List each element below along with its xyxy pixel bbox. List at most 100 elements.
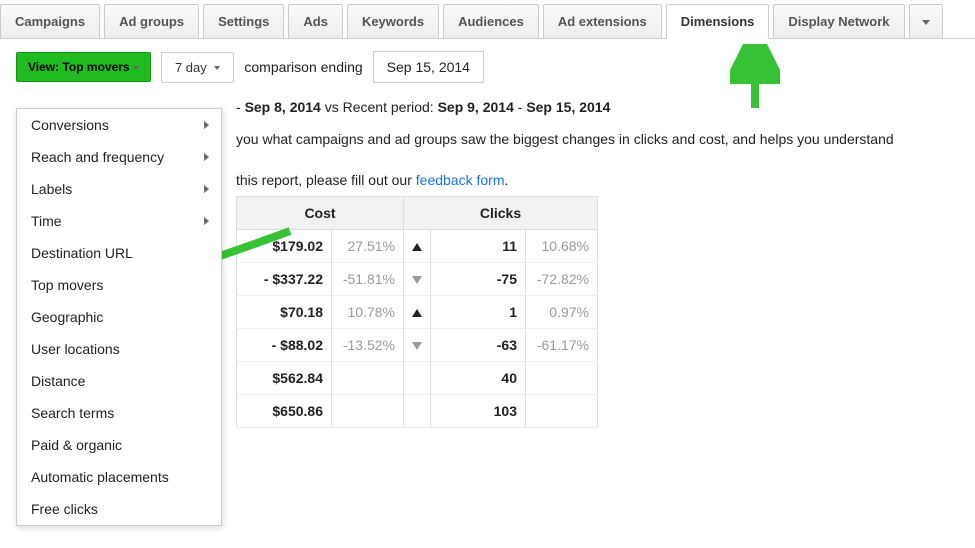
feedback-link[interactable]: feedback form xyxy=(416,172,505,188)
menu-item-label: Labels xyxy=(31,181,72,197)
cost-pct: 10.78% xyxy=(332,296,404,329)
table-row: - $88.02-13.52% -63-61.17% xyxy=(237,329,598,362)
feedback-suffix: . xyxy=(504,172,508,188)
clicks-direction xyxy=(404,263,431,296)
menu-item[interactable]: Geographic xyxy=(17,301,221,333)
range-label: 7 day xyxy=(175,60,207,75)
tab-ad-groups[interactable]: Ad groups xyxy=(104,4,199,38)
report-description: you what campaigns and ad groups saw the… xyxy=(236,129,959,150)
clicks-value: 1 xyxy=(431,296,526,329)
cost-pct xyxy=(332,395,404,428)
menu-item-label: Geographic xyxy=(31,309,103,325)
menu-item[interactable]: Free clicks xyxy=(17,493,221,525)
clicks-pct: 10.68% xyxy=(526,230,598,263)
cost-value: $562.84 xyxy=(237,362,332,395)
prev-period-end: Sep 8, 2014 xyxy=(245,99,321,115)
chevron-down-icon xyxy=(133,66,139,70)
menu-item[interactable]: Automatic placements xyxy=(17,461,221,493)
period-summary: - Sep 8, 2014 vs Recent period: Sep 9, 2… xyxy=(236,99,959,115)
menu-item[interactable]: Destination URL xyxy=(17,237,221,269)
top-movers-table: Cost Clicks $179.0227.51%1110.68%- $337.… xyxy=(236,196,598,428)
chevron-right-icon xyxy=(204,153,209,161)
comparison-end-date[interactable]: Sep 15, 2014 xyxy=(373,51,484,83)
view-label: View: Top movers xyxy=(28,60,130,74)
tab-more-dropdown[interactable] xyxy=(909,4,943,38)
menu-item[interactable]: Top movers xyxy=(17,269,221,301)
menu-item[interactable]: Labels xyxy=(17,173,221,205)
feedback-prefix: this report, please fill out our xyxy=(236,172,416,188)
menu-item-label: Search terms xyxy=(31,405,114,421)
cost-pct: -51.81% xyxy=(332,263,404,296)
tab-ads[interactable]: Ads xyxy=(288,4,343,38)
menu-item[interactable]: Time xyxy=(17,205,221,237)
menu-item-label: Paid & organic xyxy=(31,437,122,453)
menu-item[interactable]: Search terms xyxy=(17,397,221,429)
recent-period-end: Sep 15, 2014 xyxy=(526,99,610,115)
cost-value: $179.02 xyxy=(237,230,332,263)
cost-value: $70.18 xyxy=(237,296,332,329)
table-row: $650.86 103 xyxy=(237,395,598,428)
menu-item-label: Reach and frequency xyxy=(31,149,164,165)
date-range-dropdown[interactable]: 7 day xyxy=(161,52,234,83)
clicks-direction xyxy=(404,296,431,329)
clicks-pct: -72.82% xyxy=(526,263,598,296)
view-dropdown-menu: Conversions Reach and frequency Labels Time… xyxy=(16,108,222,526)
tab-bar: Campaigns Ad groups Settings Ads Keyword… xyxy=(0,0,975,39)
menu-item[interactable]: User locations xyxy=(17,333,221,365)
table-row: $70.1810.78% 10.97% xyxy=(237,296,598,329)
menu-item[interactable]: Conversions xyxy=(17,109,221,141)
chevron-right-icon xyxy=(204,185,209,193)
menu-item-label: Destination URL xyxy=(31,245,133,261)
clicks-pct xyxy=(526,362,598,395)
table-row: $179.0227.51% 1110.68% xyxy=(237,230,598,263)
clicks-value: -75 xyxy=(431,263,526,296)
clicks-value: 103 xyxy=(431,395,526,428)
tab-ad-extensions[interactable]: Ad extensions xyxy=(543,4,662,38)
period-sep: - xyxy=(514,99,526,115)
menu-item[interactable]: Reach and frequency xyxy=(17,141,221,173)
clicks-direction xyxy=(404,230,431,263)
menu-item-label: Free clicks xyxy=(31,501,98,517)
menu-item-label: Distance xyxy=(31,373,85,389)
menu-item-label: Top movers xyxy=(31,277,103,293)
cost-value: - $337.22 xyxy=(237,263,332,296)
tab-keywords[interactable]: Keywords xyxy=(347,4,439,38)
table-row: - $337.22-51.81% -75-72.82% xyxy=(237,263,598,296)
clicks-value: -63 xyxy=(431,329,526,362)
arrow-up-icon xyxy=(412,309,422,317)
recent-period-start: Sep 9, 2014 xyxy=(438,99,514,115)
col-header-cost: Cost xyxy=(237,197,404,230)
cost-pct: 27.51% xyxy=(332,230,404,263)
clicks-value: 11 xyxy=(431,230,526,263)
tab-dimensions[interactable]: Dimensions xyxy=(666,4,770,39)
period-prefix: - xyxy=(236,99,245,115)
comparison-label: comparison ending xyxy=(244,59,362,75)
chevron-down-icon xyxy=(922,20,930,25)
clicks-direction xyxy=(404,362,431,395)
clicks-pct: -61.17% xyxy=(526,329,598,362)
menu-item[interactable]: Paid & organic xyxy=(17,429,221,461)
arrow-down-icon xyxy=(412,342,422,350)
period-mid: vs Recent period: xyxy=(321,99,438,115)
arrow-down-icon xyxy=(412,276,422,284)
chevron-down-icon xyxy=(214,66,220,70)
clicks-direction xyxy=(404,395,431,428)
arrow-up-icon xyxy=(412,243,422,251)
clicks-value: 40 xyxy=(431,362,526,395)
chevron-right-icon xyxy=(204,217,209,225)
cost-pct xyxy=(332,362,404,395)
menu-item-label: User locations xyxy=(31,341,120,357)
tab-audiences[interactable]: Audiences xyxy=(443,4,539,38)
tab-settings[interactable]: Settings xyxy=(203,4,284,38)
menu-item[interactable]: Distance xyxy=(17,365,221,397)
tab-display-network[interactable]: Display Network xyxy=(773,4,904,38)
view-dropdown-button[interactable]: View: Top movers xyxy=(16,52,151,82)
chevron-right-icon xyxy=(204,121,209,129)
cost-value: - $88.02 xyxy=(237,329,332,362)
cost-value: $650.86 xyxy=(237,395,332,428)
tab-campaigns[interactable]: Campaigns xyxy=(0,4,100,38)
cost-pct: -13.52% xyxy=(332,329,404,362)
toolbar: View: Top movers 7 day comparison ending… xyxy=(0,39,975,93)
clicks-pct: 0.97% xyxy=(526,296,598,329)
menu-item-label: Conversions xyxy=(31,117,109,133)
